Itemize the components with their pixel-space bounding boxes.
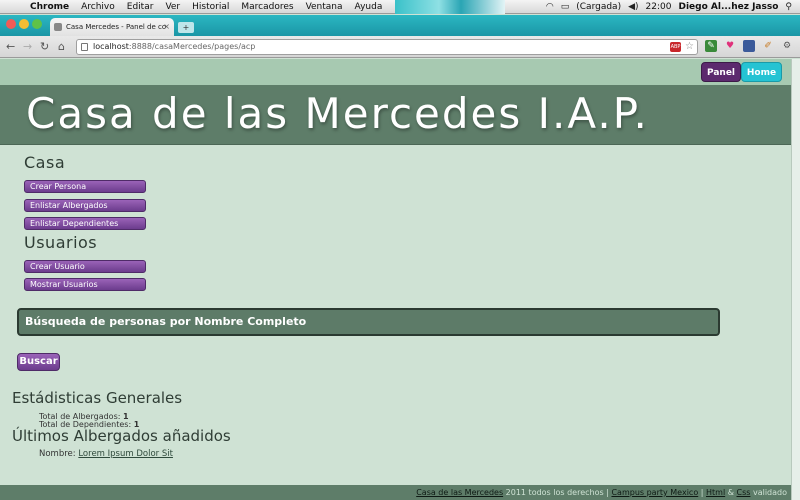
clock[interactable]: 22:00 — [646, 0, 672, 14]
minimize-window-icon[interactable] — [19, 19, 29, 29]
tab-title: Casa Mercedes - Panel de co — [66, 23, 167, 31]
forward-arrow-icon[interactable]: → — [23, 39, 32, 55]
enlistar-dependientes-button[interactable]: Enlistar Dependientes — [24, 217, 146, 230]
latest-heading: Últimos Albergados añadidos — [12, 427, 231, 445]
site-header: Casa de las Mercedes I.A.P. — [0, 85, 791, 145]
search-panel-title: Búsqueda de personas por Nombre Completo — [25, 315, 307, 328]
menu-archivo[interactable]: Archivo — [81, 0, 115, 14]
status-tray: ◠ ▭ (Cargada) ◀) 22:00 Diego Al...hez Ja… — [546, 0, 792, 14]
wrench-menu-icon[interactable]: ⚙ — [781, 40, 793, 52]
latest-entry: Nombre: Lorem Ipsum Dolor Sit — [39, 450, 173, 459]
address-bar[interactable]: localhost:8888/casaMercedes/pages/acp AB… — [76, 39, 698, 55]
footer-rights: 2011 todos los derechos | — [503, 488, 612, 497]
footer-valid: validado — [750, 488, 787, 497]
url-path: :8888/casaMercedes/pages/acp — [128, 42, 256, 51]
footer-amp: & — [725, 488, 737, 497]
reload-icon[interactable]: ↻ — [40, 39, 49, 55]
app-menus: Chrome Archivo Editar Ver Historial Marc… — [30, 0, 382, 14]
footer-css-link[interactable]: Css — [737, 488, 751, 497]
site-top-bar: Panel Home — [0, 59, 791, 85]
browser-tab[interactable]: Casa Mercedes - Panel de co × — [50, 18, 174, 36]
spotlight-icon[interactable]: ⚲ — [785, 0, 792, 14]
footer-campus-link[interactable]: Campus party Mexico — [611, 488, 698, 497]
zoom-window-icon[interactable] — [32, 19, 42, 29]
crear-persona-button[interactable]: Crear Persona — [24, 180, 146, 193]
menu-chrome[interactable]: Chrome — [30, 0, 69, 14]
page-favicon-icon — [54, 23, 62, 31]
menu-editar[interactable]: Editar — [127, 0, 154, 14]
stats-heading: Estádisticas Generales — [12, 389, 183, 407]
extension-icon[interactable] — [743, 40, 755, 52]
url-host: localhost — [93, 42, 129, 51]
evernote-extension-icon[interactable]: ✎ — [705, 40, 717, 52]
menu-marcadores[interactable]: Marcadores — [241, 0, 293, 14]
footer-sep: | — [698, 488, 706, 497]
nav-panel-button[interactable]: Panel — [701, 62, 741, 82]
page-viewport: Panel Home Casa de las Mercedes I.A.P. C… — [0, 59, 791, 500]
page-scrollbar[interactable] — [791, 59, 800, 500]
site-footer: Casa de las Mercedes 2011 todos los dere… — [0, 485, 791, 500]
footer-html-link[interactable]: Html — [706, 488, 725, 497]
new-tab-button[interactable]: + — [178, 22, 194, 33]
casa-heading: Casa — [24, 153, 66, 172]
page-info-icon[interactable] — [81, 43, 88, 51]
crear-usuario-button[interactable]: Crear Usuario — [24, 260, 146, 273]
menu-ventana[interactable]: Ventana — [306, 0, 343, 14]
close-tab-icon[interactable]: × — [163, 18, 170, 36]
home-icon[interactable]: ⌂ — [58, 39, 65, 55]
menu-historial[interactable]: Historial — [192, 0, 229, 14]
latest-name-link[interactable]: Lorem Ipsum Dolor Sit — [78, 449, 173, 459]
wifi-icon[interactable]: ◠ — [546, 0, 554, 14]
close-window-icon[interactable] — [6, 19, 16, 29]
volume-icon[interactable]: ◀) — [628, 0, 638, 14]
battery-icon[interactable]: ▭ — [561, 0, 570, 14]
search-panel: Búsqueda de personas por Nombre Completo — [17, 308, 720, 336]
browser-toolbar: ← → ↻ ⌂ localhost:8888/casaMercedes/page… — [0, 36, 800, 58]
adblock-icon[interactable]: ABP — [670, 42, 681, 52]
macos-menu-bar: Chrome Archivo Editar Ver Historial Marc… — [0, 0, 800, 14]
browser-tab-strip: Casa Mercedes - Panel de co × + — [0, 15, 800, 36]
bookmark-star-icon[interactable]: ☆ — [685, 40, 694, 54]
menu-ver[interactable]: Ver — [165, 0, 180, 14]
site-title: Casa de las Mercedes I.A.P. — [26, 89, 649, 138]
latest-name-label: Nombre: — [39, 449, 76, 459]
pencil-extension-icon[interactable]: ✐ — [762, 40, 774, 52]
menu-ayuda[interactable]: Ayuda — [355, 0, 383, 14]
footer-site-link[interactable]: Casa de las Mercedes — [416, 488, 503, 497]
back-arrow-icon[interactable]: ← — [6, 39, 15, 55]
mostrar-usuarios-button[interactable]: Mostrar Usuarios — [24, 278, 146, 291]
usuarios-heading: Usuarios — [24, 233, 98, 252]
nav-home-button[interactable]: Home — [741, 62, 782, 82]
battery-status: (Cargada) — [576, 2, 622, 12]
enlistar-albergados-button[interactable]: Enlistar Albergados — [24, 199, 146, 212]
buscar-button[interactable]: Buscar — [17, 353, 60, 371]
heart-extension-icon[interactable]: ♥ — [724, 40, 736, 52]
menubar-decoration — [395, 0, 505, 14]
user-name[interactable]: Diego Al...hez Jasso — [678, 0, 778, 14]
